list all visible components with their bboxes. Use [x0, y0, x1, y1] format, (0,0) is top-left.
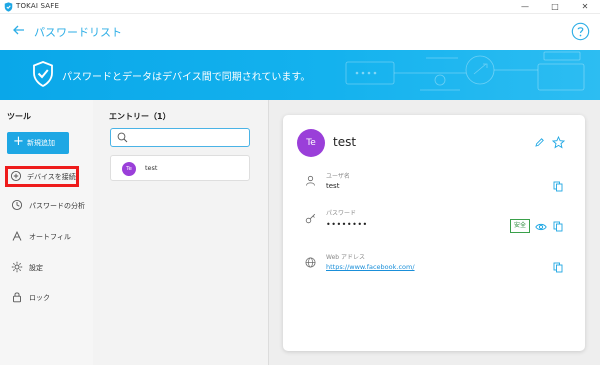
username-value: test: [326, 182, 340, 190]
safety-badge: 安全: [510, 219, 530, 233]
entries-title: エントリー（1）: [109, 112, 171, 121]
entry-name: test: [145, 164, 158, 172]
add-new-label: 新規追加: [27, 139, 55, 147]
username-label: ユーザ名: [326, 173, 350, 180]
gear-icon: [11, 261, 23, 273]
star-icon[interactable]: [552, 136, 565, 149]
password-value: ••••••••: [326, 220, 368, 229]
sidebar-item-settings[interactable]: 設定: [7, 258, 87, 278]
app-title: TOKAI SAFE: [16, 2, 60, 10]
sidebar-item-label: パスワードの分析: [29, 202, 85, 210]
add-new-button[interactable]: + 新規追加: [7, 132, 69, 154]
lock-icon: [13, 292, 21, 303]
sidebar-item-autofill[interactable]: オートフィル: [7, 227, 87, 247]
entry-title: test: [333, 135, 357, 149]
device-sync-icon: [10, 170, 22, 182]
sidebar-item-label: オートフィル: [29, 233, 71, 241]
shield-check-icon: [33, 61, 53, 87]
banner-decoration-icon: [345, 51, 585, 91]
list-item[interactable]: Te test: [110, 155, 250, 181]
sidebar-title: ツール: [7, 112, 31, 121]
search-box[interactable]: [110, 128, 250, 147]
sidebar-item-password-analysis[interactable]: パスワードの分析: [7, 196, 87, 216]
arrow-left-icon[interactable]: [12, 23, 26, 37]
sidebar-item-lock[interactable]: ロック: [7, 288, 87, 308]
question-circle-icon[interactable]: [571, 22, 590, 41]
window-titlebar: TOKAI SAFE — □ ✕: [0, 0, 600, 14]
page-header: パスワードリスト: [0, 14, 600, 50]
maximize-button[interactable]: □: [540, 0, 570, 14]
avatar: Te: [297, 129, 325, 157]
eye-icon[interactable]: [535, 222, 547, 232]
page-title: パスワードリスト: [34, 26, 122, 39]
web-address-label: Web アドレス: [326, 254, 365, 261]
key-icon: [305, 213, 316, 224]
copy-icon[interactable]: [553, 221, 563, 232]
web-address-link[interactable]: https://www.facebook.com/: [326, 263, 415, 271]
user-icon: [306, 175, 315, 186]
sync-banner: パスワードとデータはデバイス間で同期されています。: [0, 50, 600, 100]
sidebar-item-label: デバイスを接続: [27, 173, 76, 181]
shield-logo-icon: [4, 2, 13, 12]
plus-icon: +: [13, 134, 24, 149]
copy-icon[interactable]: [553, 181, 563, 192]
minimize-button[interactable]: —: [510, 0, 540, 14]
avatar: Te: [122, 162, 136, 176]
pencil-icon[interactable]: [534, 137, 545, 148]
close-button[interactable]: ✕: [570, 0, 600, 14]
banner-message: パスワードとデータはデバイス間で同期されています。: [62, 72, 311, 83]
search-input[interactable]: [131, 131, 243, 144]
entries-panel: エントリー（1） Te test: [93, 100, 268, 365]
sidebar-item-connect-device[interactable]: デバイスを接続: [5, 166, 79, 187]
autofill-icon: [12, 230, 22, 241]
analysis-icon: [11, 199, 23, 211]
sidebar-item-label: ロック: [29, 294, 50, 302]
tools-sidebar: ツール + 新規追加 デバイスを接続 パスワードの分析 オートフィル 設定 ロッ…: [0, 100, 93, 365]
search-icon: [117, 132, 128, 143]
sidebar-item-label: 設定: [29, 264, 43, 272]
password-label: パスワード: [326, 210, 357, 217]
entry-detail-card: Te test ユーザ名 test パスワード •••••••• 安全 Web …: [283, 115, 585, 351]
globe-icon: [305, 257, 316, 268]
copy-icon[interactable]: [553, 262, 563, 273]
